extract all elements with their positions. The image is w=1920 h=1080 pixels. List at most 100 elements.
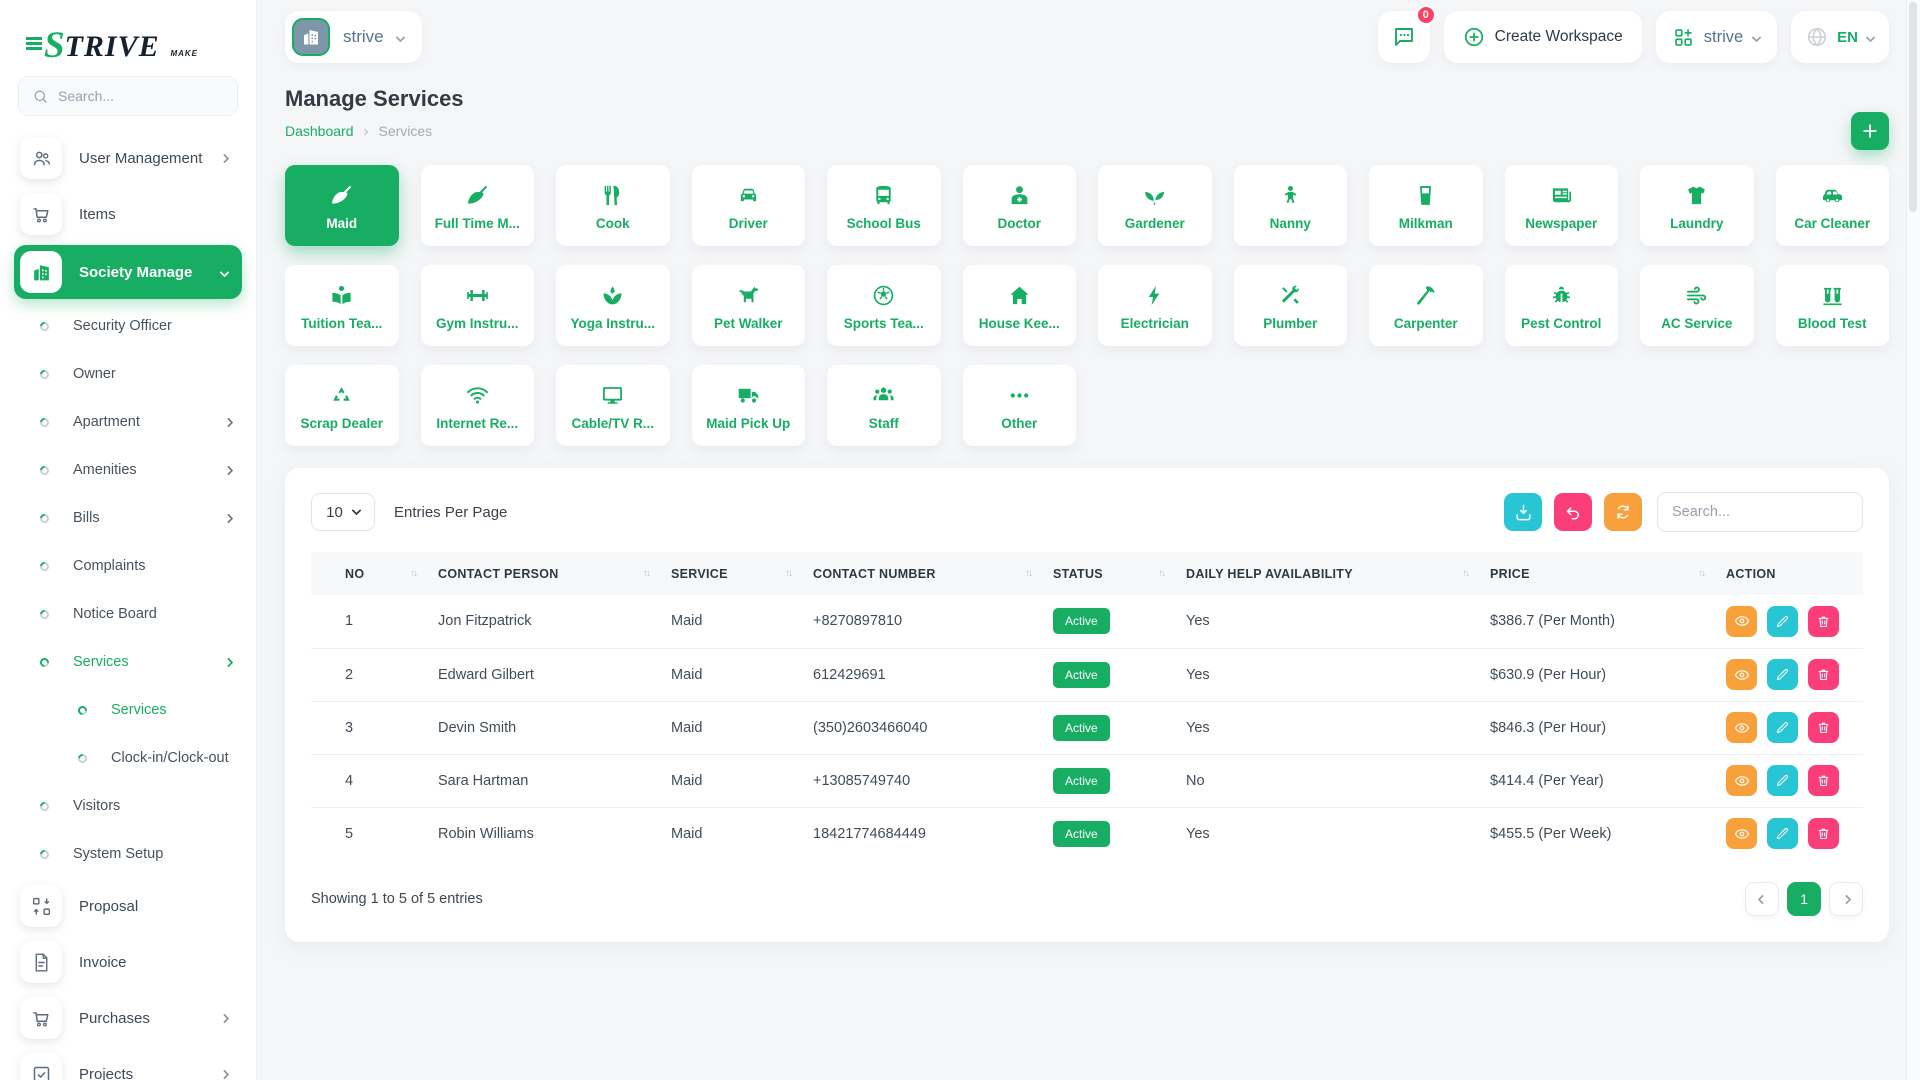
service-tile-maid[interactable]: Maid xyxy=(285,165,399,246)
sidebar-subitem-complaints[interactable]: Complaints xyxy=(14,542,242,590)
add-service-button[interactable] xyxy=(1851,112,1889,150)
service-tile-doctor[interactable]: Doctor xyxy=(963,165,1077,246)
sidebar-subitem-apartment[interactable]: Apartment xyxy=(14,398,242,446)
service-tile-scrap-dealer[interactable]: Scrap Dealer xyxy=(285,365,399,446)
sort-icon[interactable]: ↑↓ xyxy=(1025,568,1031,579)
sort-icon[interactable]: ↑↓ xyxy=(410,568,416,579)
service-tile-car-cleaner[interactable]: Car Cleaner xyxy=(1776,165,1890,246)
delete-button[interactable] xyxy=(1808,606,1839,637)
service-tile-cable-tv-r[interactable]: Cable/TV R... xyxy=(556,365,670,446)
column-header-price[interactable]: PRICE↑↓ xyxy=(1490,552,1726,595)
delete-button[interactable] xyxy=(1808,818,1839,849)
service-tile-staff[interactable]: Staff xyxy=(827,365,941,446)
breadcrumb-dashboard-link[interactable]: Dashboard xyxy=(285,123,354,139)
service-tile-tuition-tea[interactable]: Tuition Tea... xyxy=(285,265,399,346)
service-tile-pet-walker[interactable]: Pet Walker xyxy=(692,265,806,346)
service-tile-sports-tea[interactable]: Sports Tea... xyxy=(827,265,941,346)
view-button[interactable] xyxy=(1726,712,1757,743)
view-button[interactable] xyxy=(1726,606,1757,637)
sidebar-subitem-notice-board[interactable]: Notice Board xyxy=(14,590,242,638)
prev-page-button[interactable] xyxy=(1745,882,1779,916)
sort-icon[interactable]: ↑↓ xyxy=(1158,568,1164,579)
sort-icon[interactable]: ↑↓ xyxy=(643,568,649,579)
language-selector[interactable]: EN xyxy=(1791,11,1889,63)
search-input[interactable] xyxy=(58,88,224,104)
chat-button[interactable]: 0 xyxy=(1378,11,1430,63)
sidebar-subitem-visitors[interactable]: Visitors xyxy=(14,782,242,830)
sidebar-subitem-services[interactable]: Services xyxy=(14,638,242,686)
sidebar-subitem-owner[interactable]: Owner xyxy=(14,350,242,398)
page-1-button[interactable]: 1 xyxy=(1787,882,1821,916)
service-tile-house-kee[interactable]: House Kee... xyxy=(963,265,1077,346)
service-tile-nanny[interactable]: Nanny xyxy=(1234,165,1348,246)
undo-button[interactable] xyxy=(1554,493,1592,531)
view-button[interactable] xyxy=(1726,659,1757,690)
refresh-button[interactable] xyxy=(1604,493,1642,531)
sidebar-item-purchases[interactable]: Purchases xyxy=(14,990,242,1046)
edit-button[interactable] xyxy=(1767,712,1798,743)
service-tile-maid-pick-up[interactable]: Maid Pick Up xyxy=(692,365,806,446)
service-tile-blood-test[interactable]: Blood Test xyxy=(1776,265,1890,346)
sort-icon[interactable]: ↑↓ xyxy=(1698,568,1704,579)
column-header-daily-help-availability[interactable]: DAILY HELP AVAILABILITY↑↓ xyxy=(1186,552,1490,595)
service-tile-gym-instru[interactable]: Gym Instru... xyxy=(421,265,535,346)
export-button[interactable] xyxy=(1504,493,1542,531)
service-tile-yoga-instru[interactable]: Yoga Instru... xyxy=(556,265,670,346)
delete-button[interactable] xyxy=(1808,765,1839,796)
cell-actions xyxy=(1726,701,1863,754)
column-header-contact-number[interactable]: CONTACT NUMBER↑↓ xyxy=(813,552,1053,595)
entries-per-page-select[interactable]: 10 xyxy=(311,493,375,531)
service-tile-newspaper[interactable]: Newspaper xyxy=(1505,165,1619,246)
delete-button[interactable] xyxy=(1808,659,1839,690)
service-tile-full-time-m[interactable]: Full Time M... xyxy=(421,165,535,246)
sidebar-item-projects[interactable]: Projects xyxy=(14,1046,242,1080)
sidebar-item-proposal[interactable]: Proposal xyxy=(14,878,242,934)
service-tile-carpenter[interactable]: Carpenter xyxy=(1369,265,1483,346)
service-tile-cook[interactable]: Cook xyxy=(556,165,670,246)
sidebar-subitem-amenities[interactable]: Amenities xyxy=(14,446,242,494)
sidebar-item-invoice[interactable]: Invoice xyxy=(14,934,242,990)
sidebar-item-items[interactable]: Items xyxy=(14,186,242,242)
service-tile-internet-re[interactable]: Internet Re... xyxy=(421,365,535,446)
sort-icon[interactable]: ↑↓ xyxy=(785,568,791,579)
service-tile-driver[interactable]: Driver xyxy=(692,165,806,246)
service-tile-school-bus[interactable]: School Bus xyxy=(827,165,941,246)
workspace-selector[interactable]: strive xyxy=(285,11,422,63)
view-button[interactable] xyxy=(1726,818,1757,849)
service-tile-milkman[interactable]: Milkman xyxy=(1369,165,1483,246)
app-logo[interactable]: S TRIVE MAKE xyxy=(0,0,256,66)
workspace-switcher[interactable]: strive xyxy=(1656,11,1777,63)
column-header-service[interactable]: SERVICE↑↓ xyxy=(671,552,813,595)
edit-button[interactable] xyxy=(1767,765,1798,796)
scrollbar[interactable] xyxy=(1906,0,1920,1080)
edit-button[interactable] xyxy=(1767,818,1798,849)
service-tile-ac-service[interactable]: AC Service xyxy=(1640,265,1754,346)
column-header-contact-person[interactable]: CONTACT PERSON↑↓ xyxy=(438,552,671,595)
sidebar-subitem-label: Notice Board xyxy=(73,606,157,622)
service-tile-laundry[interactable]: Laundry xyxy=(1640,165,1754,246)
sidebar-item-user-management[interactable]: User Management xyxy=(14,130,242,186)
delete-button[interactable] xyxy=(1808,712,1839,743)
column-header-status[interactable]: STATUS↑↓ xyxy=(1053,552,1186,595)
sidebar-subitem-clock-in-clock-out[interactable]: Clock-in/Clock-out xyxy=(14,734,242,782)
edit-button[interactable] xyxy=(1767,606,1798,637)
next-page-button[interactable] xyxy=(1829,882,1863,916)
sort-icon[interactable]: ↑↓ xyxy=(1462,568,1468,579)
sidebar-item-society-manage[interactable]: Society Manage xyxy=(14,245,242,299)
service-tile-gardener[interactable]: Gardener xyxy=(1098,165,1212,246)
sidebar-subitem-security-officer[interactable]: Security Officer xyxy=(14,302,242,350)
column-header-no[interactable]: NO↑↓ xyxy=(311,552,438,595)
edit-button[interactable] xyxy=(1767,659,1798,690)
tools-icon xyxy=(1279,284,1302,307)
service-tile-pest-control[interactable]: Pest Control xyxy=(1505,265,1619,346)
scrollbar-thumb[interactable] xyxy=(1909,2,1917,212)
service-tile-electrician[interactable]: Electrician xyxy=(1098,265,1212,346)
sidebar-subitem-system-setup[interactable]: System Setup xyxy=(14,830,242,878)
view-button[interactable] xyxy=(1726,765,1757,796)
service-tile-plumber[interactable]: Plumber xyxy=(1234,265,1348,346)
sidebar-subitem-services[interactable]: Services xyxy=(14,686,242,734)
table-search-input[interactable] xyxy=(1657,492,1863,532)
sidebar-subitem-bills[interactable]: Bills xyxy=(14,494,242,542)
service-tile-other[interactable]: Other xyxy=(963,365,1077,446)
create-workspace-button[interactable]: Create Workspace xyxy=(1444,11,1642,63)
